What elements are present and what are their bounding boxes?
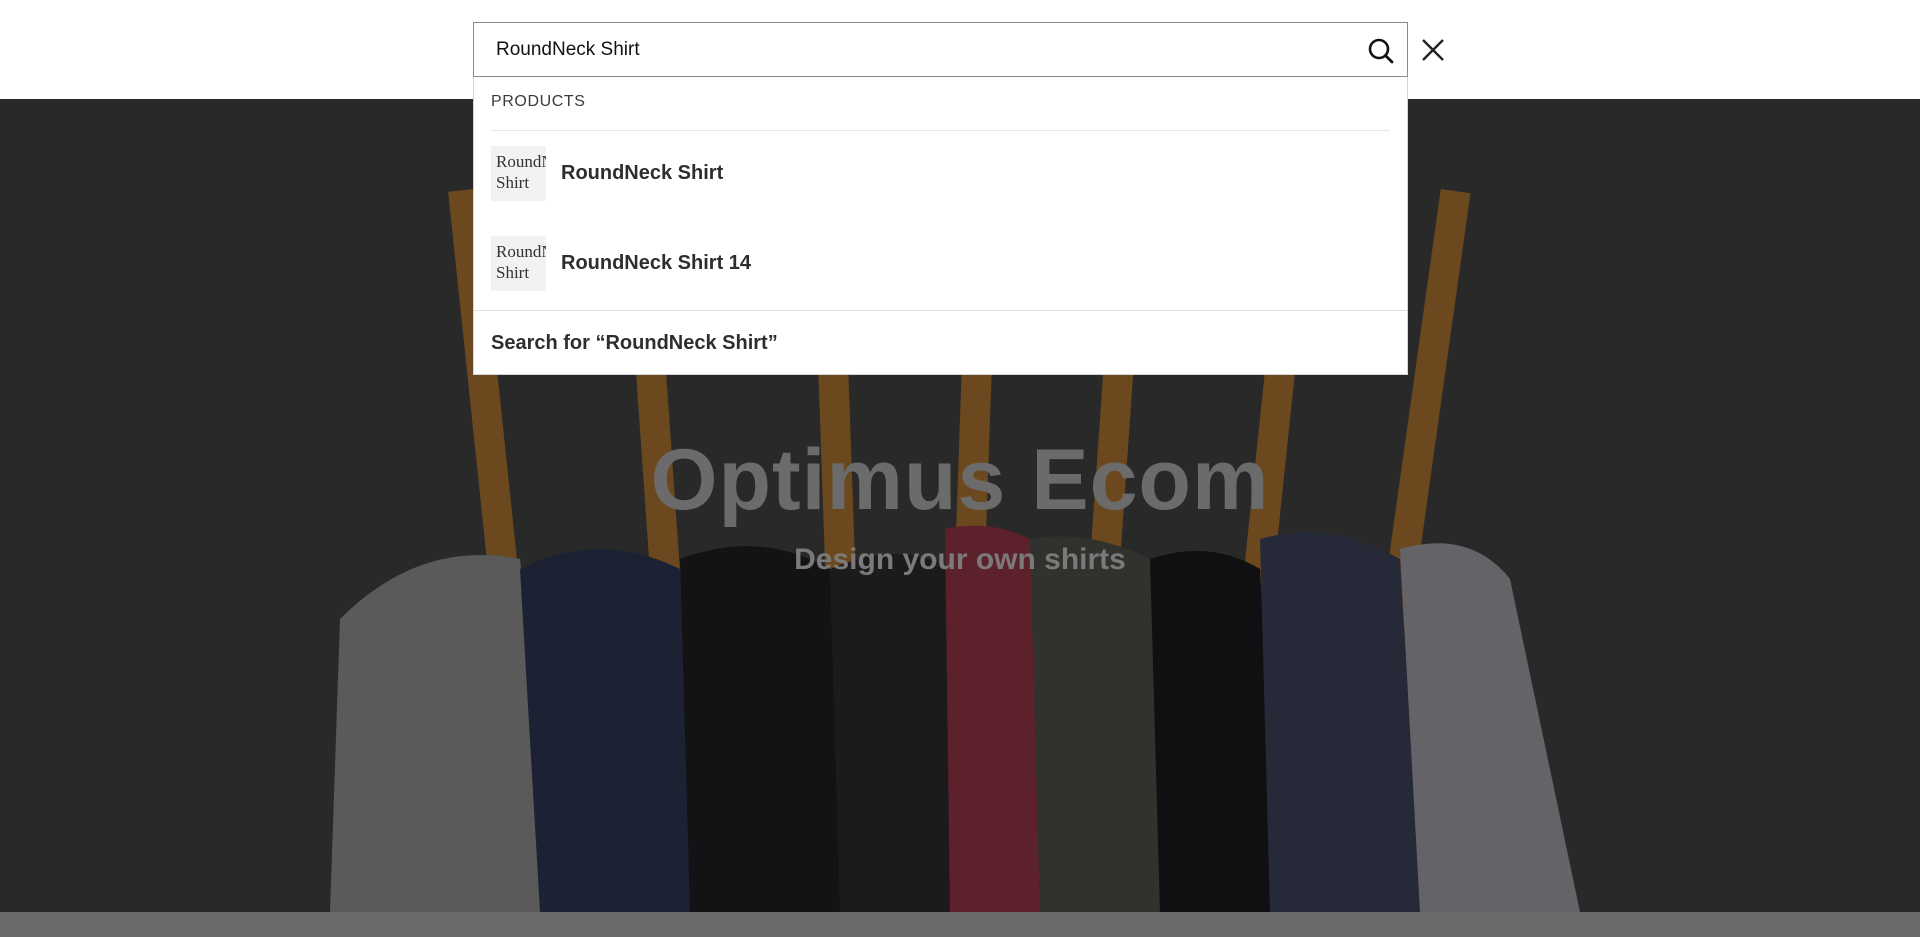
heading-divider — [491, 130, 1390, 131]
search-icon — [1368, 38, 1394, 64]
search-field — [473, 22, 1408, 77]
product-thumbnail: RoundNeck Shirt — [491, 236, 546, 291]
product-thumbnail: RoundNeck Shirt — [491, 146, 546, 201]
close-icon — [1422, 39, 1444, 61]
predictive-search-dropdown: PRODUCTS RoundNeck Shirt RoundNeck Shirt… — [473, 77, 1408, 375]
product-result[interactable]: RoundNeck Shirt RoundNeck Shirt 14 — [474, 222, 1407, 294]
product-result[interactable]: RoundNeck Shirt RoundNeck Shirt — [474, 132, 1407, 204]
products-heading: PRODUCTS — [491, 93, 586, 110]
results-divider — [474, 310, 1407, 311]
product-result-label: RoundNeck Shirt 14 — [561, 252, 752, 274]
search-submit-button[interactable] — [1355, 30, 1405, 74]
search-input[interactable] — [474, 23, 1334, 76]
close-search-button[interactable] — [1415, 32, 1451, 68]
product-result-label: RoundNeck Shirt — [561, 162, 724, 184]
hero-title: Optimus Ecom — [650, 432, 1270, 528]
search-for-query-link[interactable]: Search for “RoundNeck Shirt” — [491, 332, 778, 355]
hero-subtitle: Design your own shirts — [794, 543, 1126, 576]
page-footer-strip — [0, 912, 1920, 937]
